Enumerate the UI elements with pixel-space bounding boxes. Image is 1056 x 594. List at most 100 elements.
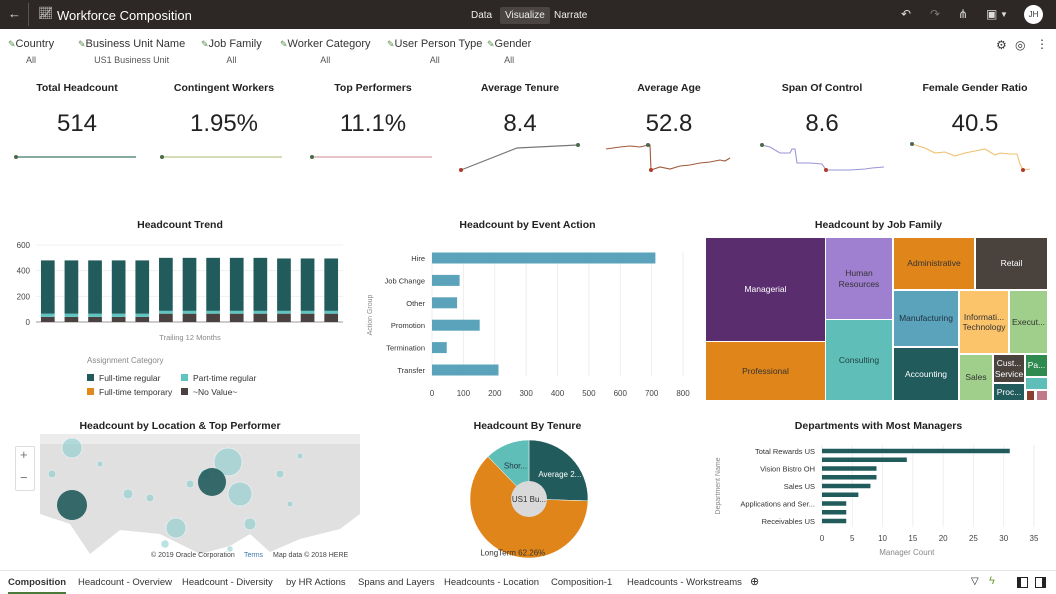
tab-headcounts-workstreams[interactable]: Headcounts - Workstreams: [627, 577, 742, 588]
treemap-tile[interactable]: Consulting: [826, 320, 892, 400]
kpi-average-tenure[interactable]: Average Tenure 8.4: [450, 82, 590, 138]
bar-segment: [277, 313, 291, 322]
treemap-tile[interactable]: Professional: [706, 342, 825, 400]
legend-item[interactable]: Full-time temporary: [87, 387, 172, 397]
map-zoom-in-button[interactable]: +: [20, 447, 28, 462]
trend-xlabel: Trailing 12 Months: [159, 333, 221, 342]
undo-icon[interactable]: ↶: [901, 7, 911, 21]
category-label: Vision Bistro OH: [760, 465, 815, 474]
filter-gender[interactable]: ✎Gender All: [487, 38, 531, 65]
tab-composition-1[interactable]: Composition-1: [551, 577, 612, 588]
present-icon[interactable]: ▽: [971, 576, 979, 587]
tab-headcount-diversity[interactable]: Headcount - Diversity: [182, 577, 273, 588]
filter-business-unit-name[interactable]: ✎Business Unit Name US1 Business Unit: [78, 38, 185, 65]
treemap-tile[interactable]: Informati... Technology: [960, 291, 1008, 353]
treemap-tile[interactable]: Proc...: [994, 384, 1024, 400]
kpi-contingent-workers[interactable]: Contingent Workers 1.95%: [154, 82, 294, 138]
filter-country[interactable]: ✎Country All: [8, 38, 54, 65]
treemap-tile[interactable]: Administrative: [894, 238, 974, 289]
treemap-tile[interactable]: [1027, 391, 1034, 400]
tab-composition[interactable]: Composition: [8, 577, 67, 594]
avatar[interactable]: JH: [1024, 5, 1043, 24]
treemap-tile[interactable]: [1037, 391, 1047, 400]
treemap-tile[interactable]: Accounting: [894, 348, 958, 400]
x-tick: 0: [820, 534, 825, 543]
kpi-span-of-control[interactable]: Span Of Control 8.6: [752, 82, 892, 138]
category-label: Job Change: [385, 276, 425, 285]
treemap-tile[interactable]: Manufacturing: [894, 291, 958, 346]
left-panel-toggle-icon[interactable]: [1017, 577, 1028, 588]
filter-settings-icon[interactable]: ⚙: [996, 38, 1007, 52]
legend-item[interactable]: ~No Value~: [181, 387, 237, 397]
legend-item[interactable]: Full-time regular: [87, 373, 160, 383]
category-label: Receivables US: [762, 517, 815, 526]
add-canvas-button[interactable]: ⊕: [750, 575, 759, 588]
filter-label: Business Unit Name: [85, 38, 186, 50]
bar-segment: [300, 310, 315, 314]
bar-segment: [159, 310, 173, 314]
job-family-title: Headcount by Job Family: [814, 219, 943, 231]
bar-segment: [64, 260, 79, 314]
treemap-tile[interactable]: Human Resources: [826, 238, 892, 319]
auto-apply-icon[interactable]: ϟ: [989, 575, 995, 587]
chevron-down-icon[interactable]: ▼: [1000, 10, 1008, 19]
category-label: Sales US: [784, 482, 815, 491]
nav-narrate[interactable]: Narrate: [549, 7, 592, 24]
bar-segment: [135, 260, 150, 314]
treemap-tile[interactable]: Cust... Service: [994, 355, 1024, 382]
share-icon[interactable]: ⋔: [958, 7, 968, 21]
save-icon[interactable]: ▣: [986, 7, 997, 21]
bar: [432, 364, 499, 376]
filter-worker-category[interactable]: ✎Worker Category All: [280, 38, 370, 65]
trend-legend-title: Assignment Category: [87, 356, 164, 365]
bar-segment: [324, 310, 339, 314]
location-map[interactable]: [40, 434, 360, 562]
slice-label: LongTerm 62.26%: [480, 549, 545, 558]
tenure-title: Headcount By Tenure: [473, 420, 582, 432]
right-panel-toggle-icon[interactable]: [1035, 577, 1046, 588]
map-bubble-top-performer: [57, 490, 87, 520]
kpi-value: 8.4: [503, 110, 537, 137]
headcount-trend-chart: 0 200 400 600: [17, 241, 343, 327]
x-tick: 25: [969, 534, 978, 543]
filter-value: All: [26, 55, 37, 65]
filter-user-person-type[interactable]: ✎User Person Type All: [387, 38, 482, 65]
filter-list-icon[interactable]: ◎: [1015, 38, 1025, 52]
legend-label: ~No Value~: [193, 387, 238, 397]
sparkline-age: [605, 143, 731, 172]
slice-label: Average 2...: [538, 470, 581, 479]
legend-item[interactable]: Part-time regular: [181, 373, 256, 383]
nav-data[interactable]: Data: [466, 7, 497, 24]
x-tick: 200: [488, 389, 502, 398]
legend-swatch: [87, 374, 94, 381]
pin-icon: ✎: [78, 39, 86, 49]
treemap-tile[interactable]: Sales: [960, 355, 992, 400]
kpi-total-headcount[interactable]: Total Headcount 514: [7, 82, 147, 138]
bar: [432, 297, 458, 309]
map-zoom-out-button[interactable]: −: [20, 470, 28, 485]
map-terms-link[interactable]: Terms: [244, 552, 263, 559]
tab-by-hr-actions[interactable]: by HR Actions: [286, 577, 346, 588]
y-tick: 600: [17, 241, 31, 250]
treemap-tile[interactable]: Execut...: [1010, 291, 1047, 353]
legend-swatch: [87, 388, 94, 395]
nav-visualize[interactable]: Visualize: [500, 7, 550, 24]
kpi-female-gender-ratio[interactable]: Female Gender Ratio 40.5: [905, 82, 1045, 138]
legend-label: Full-time regular: [99, 373, 161, 383]
kpi-top-performers[interactable]: Top Performers 11.1%: [303, 82, 443, 138]
filter-job-family[interactable]: ✎Job Family All: [201, 38, 262, 65]
treemap-tile[interactable]: Pa...: [1026, 355, 1047, 376]
sparkline-contingent: [160, 155, 282, 159]
treemap-tile[interactable]: Retail: [976, 238, 1047, 289]
back-arrow-icon[interactable]: ←: [8, 6, 21, 21]
treemap-tile[interactable]: [1026, 378, 1047, 389]
treemap-tile[interactable]: Managerial: [706, 238, 825, 341]
more-options-icon[interactable]: ⋮: [1036, 37, 1048, 51]
bar-segment: [88, 260, 102, 314]
kpi-average-age[interactable]: Average Age 52.8: [599, 82, 739, 138]
tab-spans-and-layers[interactable]: Spans and Layers: [358, 577, 435, 588]
redo-icon[interactable]: ↷: [930, 7, 940, 21]
kpi-value: 40.5: [951, 110, 999, 137]
tab-headcount-overview[interactable]: Headcount - Overview: [78, 577, 172, 588]
tab-headcounts-location[interactable]: Headcounts - Location: [444, 577, 539, 588]
